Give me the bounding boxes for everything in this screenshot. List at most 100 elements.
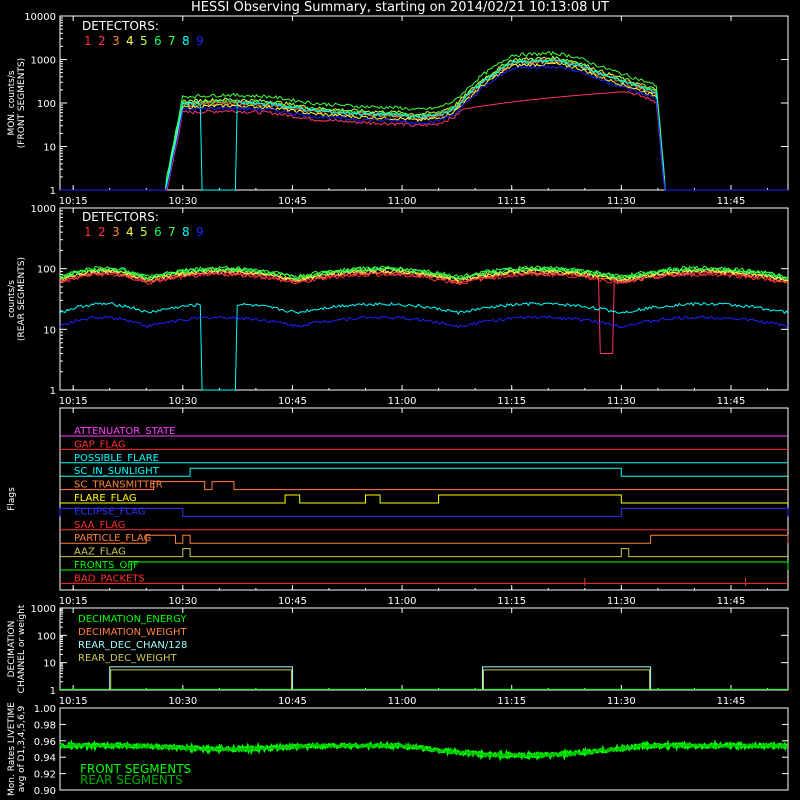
rear-dec-weight-step xyxy=(110,669,292,690)
flags-xtick-label: 10:30 xyxy=(168,596,197,607)
front-xtick-label: 10:15 xyxy=(59,196,88,207)
decimation-legend-item: REAR_DEC_WEIGHT xyxy=(78,653,177,664)
front-ytick-label: 1000 xyxy=(31,56,56,67)
decimation-legend-item: DECIMATION_WEIGHT xyxy=(78,627,187,638)
front-xtick-label: 10:30 xyxy=(168,196,197,207)
front-legend-item: 4 xyxy=(126,34,134,48)
front-legend-item: 3 xyxy=(112,34,120,48)
rear-xtick-label: 11:15 xyxy=(497,396,526,407)
rear-legend-title: DETECTORS: xyxy=(82,210,159,224)
decimation-xtick-label: 11:00 xyxy=(388,696,417,707)
front-xtick-label: 11:00 xyxy=(388,196,417,207)
flags-xtick-label: 11:30 xyxy=(607,596,636,607)
plot-canvas: 10:15 10:30 10:45 11:00 11:15 11:30 11:4511010… xyxy=(7,12,789,797)
rear-ylabel: counts/s xyxy=(7,280,17,318)
rear-xtick-label: 11:45 xyxy=(717,396,746,407)
front-ytick-label: 10000 xyxy=(24,12,56,23)
rear-legend-item: 7 xyxy=(168,225,176,239)
decimation-xtick-label: 11:30 xyxy=(607,696,636,707)
livetime-ytick-label: 0.90 xyxy=(34,786,56,797)
front-ylabel: (FRONT SEGMENTS) xyxy=(17,58,27,148)
decimation-ytick-label: 1 xyxy=(50,686,56,697)
decimation-xtick-label: 10:30 xyxy=(168,696,197,707)
rear-series-8 xyxy=(59,301,789,391)
rear-xtick-label: 11:00 xyxy=(388,396,417,407)
flags-xtick-label: 10:45 xyxy=(278,596,307,607)
front-xtick-label: 11:15 xyxy=(497,196,526,207)
flag-line xyxy=(60,481,788,491)
flag-label-fronts-off: FRONTS_OFF xyxy=(74,560,139,571)
front-xtick-label: 11:45 xyxy=(717,196,746,207)
flag-label-sc-in-sunlight: SC_IN_SUNLIGHT xyxy=(74,466,160,477)
flag-label-aaz-flag: AAZ_FLAG xyxy=(74,547,126,558)
front-xtick-label: 11:30 xyxy=(607,196,636,207)
rear-xtick-label: 10:30 xyxy=(168,396,197,407)
decimation-ytick-label: 10 xyxy=(43,659,56,670)
livetime-legend-rear: REAR SEGMENTS xyxy=(80,773,183,787)
flag-label-possible-flare: POSSIBLE_FLARE xyxy=(74,453,159,464)
decimation-legend-item: REAR_DEC_CHAN/128 xyxy=(78,640,187,651)
decimation-ylabel: CHANNEL or weight xyxy=(17,604,27,693)
flag-line xyxy=(60,548,788,558)
front-legend-item: 8 xyxy=(182,34,190,48)
decimation-xtick-label: 10:45 xyxy=(278,696,307,707)
front-legend-item: 6 xyxy=(154,34,162,48)
flags-xtick-label: 10:15 xyxy=(59,596,88,607)
rear-legend-item: 2 xyxy=(98,225,106,239)
rear-legend-item: 8 xyxy=(182,225,190,239)
rear-dec-weight-step xyxy=(482,669,651,690)
front-ytick-label: 100 xyxy=(37,99,56,110)
decimation-legend-item: DECIMATION_ENERGY xyxy=(78,614,187,625)
rear-ytick-label: 100 xyxy=(37,265,56,276)
decimation-ylabel: DECIMATION xyxy=(7,621,17,678)
rear-xtick-label: 10:15 xyxy=(59,396,88,407)
flag-line xyxy=(60,467,788,477)
livetime-ylabel: avg of D1,3,4,5,6,9 xyxy=(17,705,27,792)
rear-ytick-label: 1 xyxy=(50,386,56,397)
front-legend-title: DETECTORS: xyxy=(82,19,159,33)
flags-xtick-label: 11:00 xyxy=(388,596,417,607)
flag-line xyxy=(60,534,789,544)
flag-label-flare-flag: FLARE_FLAG xyxy=(74,493,137,504)
flag-label-saa-flag: SAA_FLAG xyxy=(74,520,125,531)
livetime-ytick-label: 0.94 xyxy=(34,753,56,764)
flag-label-particle-flag: PARTICLE_FLAG xyxy=(74,533,151,544)
rear-legend-item: 3 xyxy=(112,225,120,239)
rear-ytick-label: 1000 xyxy=(31,204,56,215)
flags-ylabel: Flags xyxy=(7,487,17,511)
flag-line xyxy=(60,561,789,571)
rear-ylabel: (REAR SEGMENTS) xyxy=(17,257,27,341)
front-ytick-label: 1 xyxy=(50,186,56,197)
front-xtick-label: 10:45 xyxy=(278,196,307,207)
flag-line xyxy=(59,507,789,517)
decimation-xtick-label: 10:15 xyxy=(59,696,88,707)
rear-series-2 xyxy=(59,270,789,354)
front-legend-item: 9 xyxy=(196,34,204,48)
flags-xtick-label: 11:15 xyxy=(497,596,526,607)
rear-legend-item: 1 xyxy=(84,225,92,239)
rear-legend-item: 5 xyxy=(140,225,148,239)
livetime-ylabel: Mon. Rates LIVETIME xyxy=(7,702,17,796)
decimation-xtick-label: 11:45 xyxy=(717,696,746,707)
front-legend-item: 2 xyxy=(98,34,106,48)
flags-xtick-label: 11:45 xyxy=(717,596,746,607)
decimation-xtick-label: 11:15 xyxy=(497,696,526,707)
front-legend-item: 5 xyxy=(140,34,148,48)
livetime-ytick-label: 1.00 xyxy=(34,704,56,715)
front-ytick-label: 10 xyxy=(43,143,56,154)
flag-label-gap-flag: GAP_FLAG xyxy=(74,439,126,450)
front-legend-item: 1 xyxy=(84,34,92,48)
flag-label-bad-packets: BAD_PACKETS xyxy=(74,573,145,584)
decimation-ytick-label: 1000 xyxy=(31,604,56,615)
livetime-ytick-label: 0.92 xyxy=(34,770,56,781)
flag-line xyxy=(60,494,788,504)
rear-ytick-label: 10 xyxy=(43,325,56,336)
decimation-ytick-label: 100 xyxy=(37,631,56,642)
rear-series-9 xyxy=(59,315,789,329)
front-legend-item: 7 xyxy=(168,34,176,48)
rear-legend-item: 9 xyxy=(196,225,204,239)
flag-label-attenuator-state: ATTENUATOR_STATE xyxy=(74,426,175,437)
livetime-ytick-label: 0.96 xyxy=(34,737,56,748)
flag-label-sc-transmitter: SC_TRANSMITTER xyxy=(74,480,163,491)
rear-legend-item: 6 xyxy=(154,225,162,239)
